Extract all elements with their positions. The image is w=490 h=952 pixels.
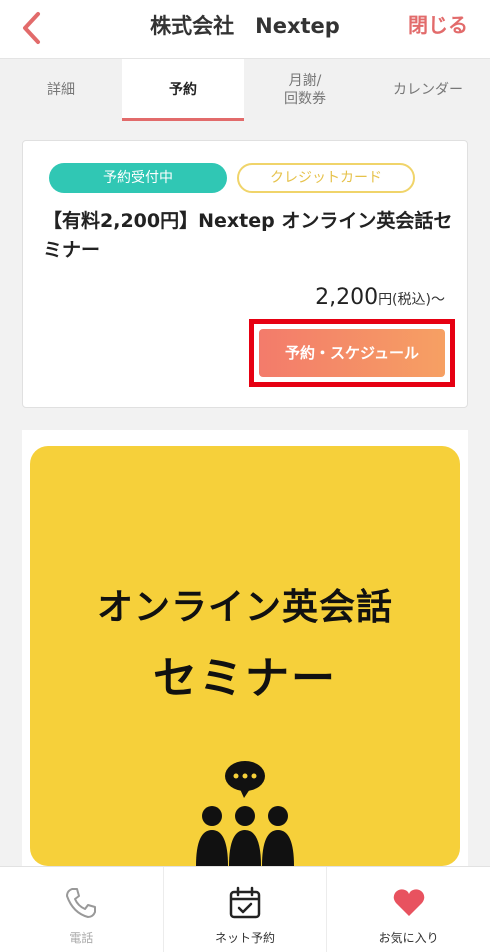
tab-tickets[interactable]: 月謝/ 回数券: [244, 59, 366, 121]
nav-online-reservation[interactable]: ネット予約: [162, 867, 327, 952]
tab-reservation[interactable]: 予約: [122, 59, 244, 121]
event-title: 【有料2,200円】Nextep オンライン英会話セミナー: [43, 210, 453, 261]
tab-details[interactable]: 詳細: [0, 59, 122, 121]
bottom-nav: 電話 ネット予約 お気に入り: [0, 866, 490, 952]
hero-text-line1: オンライン英会話: [96, 587, 393, 628]
calendar-check-icon: [229, 886, 261, 919]
nav-favorites-label: お気に入り: [378, 931, 439, 945]
event-card: 予約受付中 クレジットカード 【有料2,200円】Nextep オンライン英会話…: [22, 140, 468, 408]
nav-phone[interactable]: 電話: [0, 867, 163, 952]
price-unit: 円(税込)〜: [378, 292, 445, 308]
payment-badge: クレジットカード: [237, 163, 415, 193]
nav-phone-label: 電話: [69, 931, 94, 945]
hero-image: オンライン英会話 セミナー: [30, 446, 460, 866]
nav-online-reservation-label: ネット予約: [215, 931, 276, 945]
nav-favorites[interactable]: お気に入り: [326, 867, 490, 952]
hero-text-line2: セミナー: [153, 653, 337, 704]
tab-bar: 詳細 予約 月謝/ 回数券 カレンダー: [0, 58, 490, 121]
status-badge: 予約受付中: [49, 163, 227, 193]
people-chat-icon: [196, 761, 294, 866]
reserve-schedule-button[interactable]: 予約・スケジュール: [259, 329, 445, 377]
price-value: 2,200: [315, 285, 379, 310]
heart-icon: [393, 889, 424, 916]
close-button[interactable]: 閉じる: [408, 9, 468, 38]
event-price: 2,200円(税込)〜: [315, 285, 445, 310]
app-header: 株式会社 Nextep 閉じる: [0, 0, 490, 58]
tab-calendar[interactable]: カレンダー: [366, 59, 490, 121]
phone-icon: [66, 888, 97, 918]
